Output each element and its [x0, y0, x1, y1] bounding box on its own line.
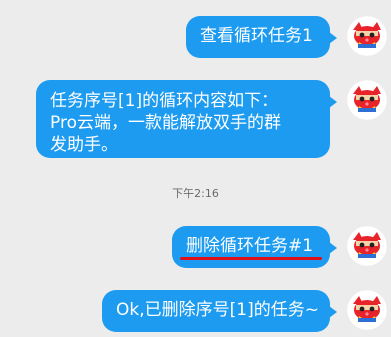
red-cartoon-character-avatar-icon	[347, 226, 387, 266]
avatar[interactable]	[347, 80, 387, 120]
message-bubble-4[interactable]: Ok,已删除序号[1]的任务~	[102, 290, 337, 332]
message-text-4: Ok,已删除序号[1]的任务~	[116, 300, 319, 320]
message-text-3: 删除循环任务#1	[186, 236, 314, 256]
red-cartoon-character-avatar-icon	[347, 16, 387, 56]
message-text-2-line-3: 发助手。	[50, 135, 118, 155]
red-cartoon-character-avatar-icon	[347, 80, 387, 120]
avatar[interactable]	[347, 290, 387, 330]
red-cartoon-character-avatar-icon	[347, 290, 387, 330]
message-text-2-line-2: Pro云端，一款能解放双手的群	[50, 113, 281, 133]
avatar[interactable]	[347, 16, 387, 56]
message-timestamp: 下午2:16	[172, 187, 219, 200]
avatar[interactable]	[347, 226, 387, 266]
annotation-underline	[180, 257, 322, 260]
message-bubble-3[interactable]: 删除循环任务#1	[172, 226, 337, 268]
message-bubble-2[interactable]: 任务序号[1]的循环内容如下： Pro云端，一款能解放双手的群 发助手。	[36, 80, 337, 158]
message-text-2-line-1: 任务序号[1]的循环内容如下：	[50, 91, 279, 111]
message-text-1: 查看循环任务1	[200, 26, 313, 46]
message-bubble-1[interactable]: 查看循环任务1	[186, 16, 337, 58]
